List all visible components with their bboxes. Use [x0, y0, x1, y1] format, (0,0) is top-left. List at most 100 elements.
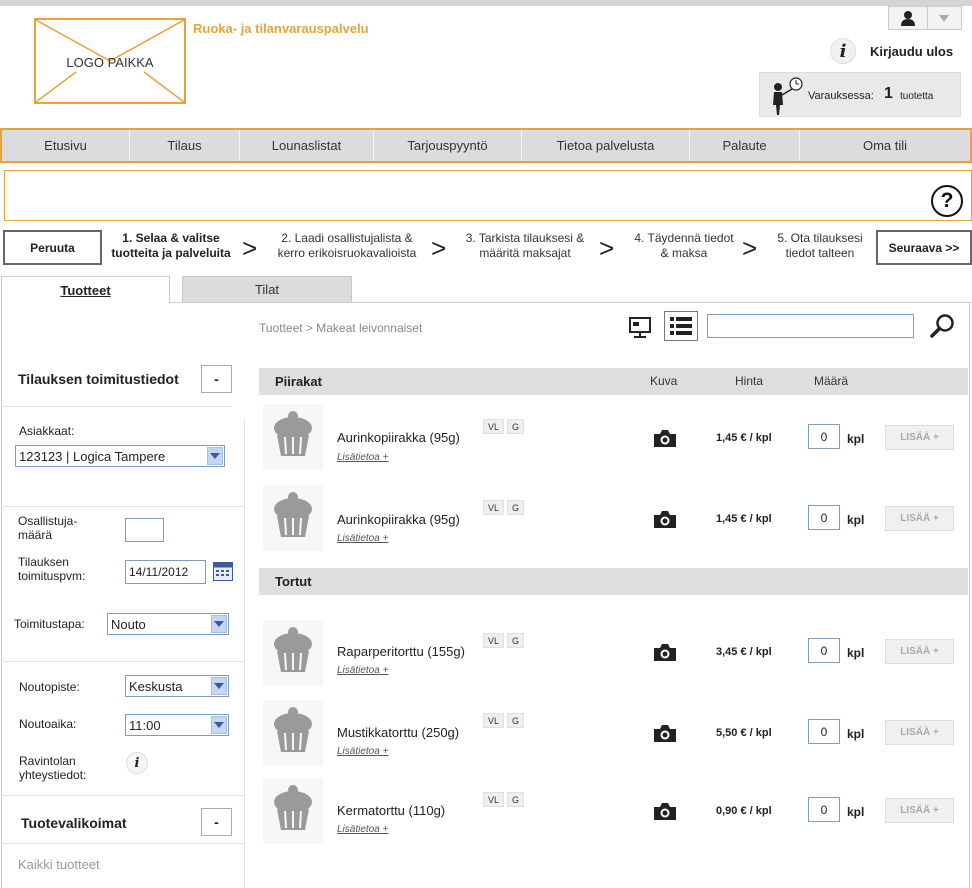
help-icon[interactable]: ?: [931, 185, 963, 217]
cart-label: Varauksessa:: [808, 90, 874, 102]
chevron-down-icon: [211, 615, 227, 633]
list-view-icon: [670, 317, 692, 335]
grid-view-icon: [629, 317, 651, 338]
product-name[interactable]: Raparperitorttu (155g): [337, 644, 465, 659]
pickup-point-value: Keskusta: [129, 678, 183, 694]
tagline: Ruoka- ja tilanvarauspalvelu: [193, 21, 369, 36]
step-1-line1: 1. Selaa & valitse: [122, 231, 220, 245]
product-thumbnail: [263, 778, 323, 844]
diet-tag: G: [507, 419, 525, 434]
logo: LOGO PAIKKA: [34, 18, 186, 104]
main-nav: Etusivu Tilaus Lounaslistat Tarjouspyynt…: [0, 128, 972, 163]
delivery-method-select[interactable]: Nouto: [107, 613, 229, 635]
cart-unit: tuotetta: [900, 91, 934, 102]
collapse-delivery-button[interactable]: -: [201, 365, 232, 393]
quantity-field[interactable]: 0: [808, 797, 840, 822]
category-header: Tortut: [259, 568, 968, 595]
product-thumbnail: [263, 700, 323, 766]
pickup-time-label: Noutoaika:: [19, 717, 77, 731]
more-info-link[interactable]: Lisätietoa +: [337, 533, 388, 544]
product-name[interactable]: Aurinkopiirakka (95g): [337, 512, 460, 527]
search-icon[interactable]: [930, 313, 956, 339]
category-title: Piirakat: [275, 374, 322, 389]
delivery-date-field[interactable]: 14/11/2012: [125, 560, 206, 584]
quantity-field[interactable]: 0: [808, 638, 840, 663]
pickup-point-select[interactable]: Keskusta: [125, 675, 229, 697]
pickup-time-select[interactable]: 11:00: [125, 714, 229, 736]
calendar-icon[interactable]: [213, 562, 233, 581]
add-button[interactable]: LISÄÄ +: [885, 639, 954, 664]
column-image: Kuva: [650, 374, 678, 388]
nav-item-lounaslistat[interactable]: Lounaslistat: [240, 130, 374, 161]
grid-view-button[interactable]: [625, 313, 655, 341]
participants-label-line2: määrä: [18, 528, 53, 542]
info-icon: i: [830, 38, 856, 64]
step-arrow: >: [599, 233, 615, 263]
product-price: 3,45 € / kpl: [716, 646, 772, 658]
product-name[interactable]: Kermatorttu (110g): [337, 803, 445, 818]
chevron-down-icon: [207, 447, 223, 465]
add-button[interactable]: LISÄÄ +: [885, 720, 954, 745]
user-dropdown-button[interactable]: [928, 7, 961, 29]
chevron-down-icon: [211, 716, 227, 734]
more-info-link[interactable]: Lisätietoa +: [337, 452, 388, 463]
step-4-line1: 4. Täydennä tiedot: [634, 231, 734, 245]
next-button[interactable]: Seuraava >>: [876, 230, 972, 265]
camera-icon[interactable]: [653, 429, 677, 447]
product-price: 1,45 € / kpl: [716, 513, 772, 525]
all-products-link[interactable]: Kaikki tuotteet: [18, 857, 100, 872]
camera-icon[interactable]: [653, 510, 677, 528]
more-info-link[interactable]: Lisätietoa +: [337, 824, 388, 835]
cancel-button[interactable]: Peruuta: [3, 230, 102, 265]
diet-tag: VL: [483, 633, 505, 648]
user-menu[interactable]: [888, 6, 962, 30]
product-row: Mustikkatorttu (250g) Lisätietoa + VL G …: [259, 700, 968, 780]
tab-products[interactable]: Tuotteet: [1, 276, 170, 303]
nav-item-palaute[interactable]: Palaute: [690, 130, 800, 161]
restaurant-contact-label: Ravintolan yhteystiedot:: [19, 754, 86, 782]
customer-select[interactable]: 123123 | Logica Tampere: [15, 445, 225, 467]
delivery-date-label: Tilauksen toimituspvm:: [18, 555, 85, 583]
sidebar-divider: [244, 420, 245, 888]
user-button[interactable]: [889, 7, 928, 29]
step-arrow: >: [242, 233, 258, 263]
list-view-button[interactable]: [664, 311, 698, 341]
more-info-link[interactable]: Lisätietoa +: [337, 746, 388, 757]
restaurant-info-icon[interactable]: i: [126, 752, 148, 774]
logo-text: LOGO PAIKKA: [66, 55, 154, 70]
quantity-field[interactable]: 0: [808, 505, 840, 530]
nav-item-tietoa-palvelusta[interactable]: Tietoa palvelusta: [522, 130, 690, 161]
add-button[interactable]: LISÄÄ +: [885, 506, 954, 531]
search-input[interactable]: [707, 314, 914, 338]
more-info-link[interactable]: Lisätietoa +: [337, 665, 388, 676]
add-button[interactable]: LISÄÄ +: [885, 798, 954, 823]
camera-icon[interactable]: [653, 643, 677, 661]
step-3-line1: 3. Tarkista tilauksesi &: [465, 231, 585, 245]
product-thumbnail: [263, 404, 323, 470]
cupcake-icon: [274, 785, 312, 830]
product-price: 5,50 € / kpl: [716, 727, 772, 739]
participants-label: Osallistuja- määrä: [18, 514, 77, 542]
logout-link[interactable]: Kirjaudu ulos: [870, 44, 953, 59]
nav-item-etusivu[interactable]: Etusivu: [2, 130, 130, 161]
add-button[interactable]: LISÄÄ +: [885, 425, 954, 450]
cupcake-icon: [274, 627, 312, 672]
camera-icon[interactable]: [653, 802, 677, 820]
camera-icon[interactable]: [653, 724, 677, 742]
nav-item-tarjouspyynto[interactable]: Tarjouspyyntö: [374, 130, 522, 161]
info-banner: ?: [4, 170, 972, 221]
diet-tag: G: [507, 500, 525, 515]
product-name[interactable]: Mustikkatorttu (250g): [337, 725, 459, 740]
tab-spaces[interactable]: Tilat: [182, 276, 352, 303]
quantity-field[interactable]: 0: [808, 719, 840, 744]
product-thumbnail: [263, 485, 323, 551]
logout-area[interactable]: i Kirjaudu ulos: [830, 38, 953, 64]
collapse-selections-button[interactable]: -: [201, 808, 232, 836]
cart-summary[interactable]: Varauksessa: 1 tuotetta: [759, 72, 961, 117]
diet-tag: G: [507, 713, 525, 728]
participants-field[interactable]: [125, 518, 164, 542]
quantity-field[interactable]: 0: [808, 424, 840, 449]
product-name[interactable]: Aurinkopiirakka (95g): [337, 430, 460, 445]
nav-item-oma-tili[interactable]: Oma tili: [800, 130, 970, 161]
nav-item-tilaus[interactable]: Tilaus: [130, 130, 240, 161]
